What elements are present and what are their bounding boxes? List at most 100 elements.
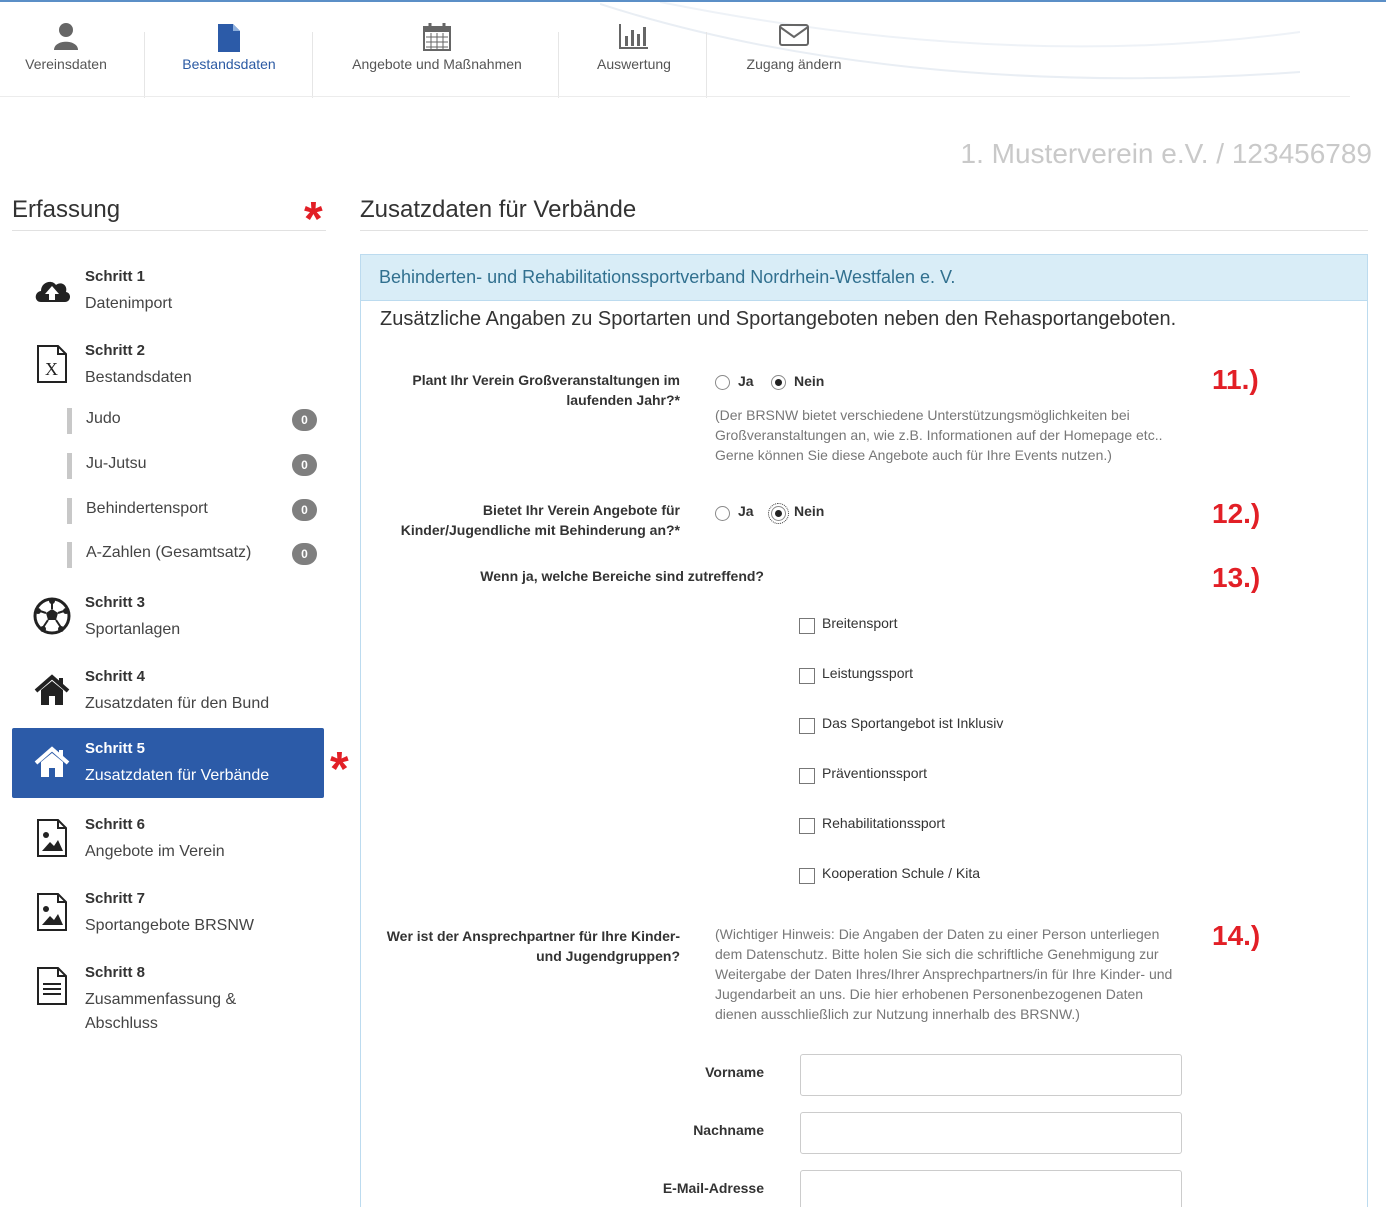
nav-angebote[interactable]: Angebote und Maßnahmen xyxy=(320,22,554,98)
svg-text:X: X xyxy=(45,359,58,379)
sidebar-step-3[interactable]: Schritt 3 Sportanlagen xyxy=(12,582,324,652)
step-subtitle: Bestandsdaten xyxy=(85,369,192,386)
checkbox-label: Kooperation Schule / Kita xyxy=(822,865,980,881)
header-decoration xyxy=(600,2,1300,80)
q14-label: Wer ist der Ansprechpartner für Ihre Kin… xyxy=(360,926,680,966)
q11-hint-line1: (Der BRSNW bietet verschiedene Unterstüt… xyxy=(715,407,1130,423)
q14-hint: (Wichtiger Hinweis: Die Angaben der Date… xyxy=(715,924,1172,1024)
q12-label-line1: Bietet Ihr Verein Angebote für xyxy=(482,502,680,518)
top-navigation: Vereinsdaten Bestandsdaten Angebote und … xyxy=(0,0,1386,98)
nav-zugang-aendern[interactable]: Zugang ändern xyxy=(720,22,868,98)
step-title: Schritt 4 xyxy=(85,668,146,685)
annotation-number-14: 14.) xyxy=(1212,920,1261,951)
q14-label-line1: Wer ist der Ansprechpartner für Ihre Kin… xyxy=(386,928,680,944)
step-title: Schritt 7 xyxy=(85,890,146,907)
q14-hint-line3: Weitergabe der Daten Ihres/Ihrer Ansprec… xyxy=(715,966,1173,982)
q14-hint-line1: (Wichtiger Hinweis: Die Angaben der Date… xyxy=(715,926,1160,942)
q12-label-nein: Nein xyxy=(794,503,825,519)
step-title: Schritt 1 xyxy=(85,268,146,285)
q11-label-line2: laufenden Jahr?* xyxy=(566,392,680,408)
q12-label-line2: Kinder/Jugendliche mit Behinderung an?* xyxy=(400,522,680,538)
q12-label: Bietet Ihr Verein Angebote für Kinder/Ju… xyxy=(360,500,680,540)
envelope-icon xyxy=(720,22,868,56)
annotation-star: * xyxy=(304,193,323,246)
subitem-label: Ju-Jutsu xyxy=(86,455,147,472)
sidebar-subitem-behindertensport[interactable]: Behindertensport 0 xyxy=(67,498,317,524)
sidebar-subitem-judo[interactable]: Judo 0 xyxy=(67,408,317,434)
q12-label-ja: Ja xyxy=(738,503,754,519)
sidebar-divider xyxy=(12,230,326,231)
email-input[interactable] xyxy=(800,1170,1182,1207)
sidebar-title: Erfassung xyxy=(12,196,121,223)
nav-divider xyxy=(0,96,1350,97)
checkbox-label: Präventionssport xyxy=(822,765,928,781)
nav-label: Bestandsdaten xyxy=(182,56,276,72)
nav-auswertung[interactable]: Auswertung xyxy=(566,22,702,98)
sidebar-step-5[interactable]: Schritt 5 Zusatzdaten für Verbände xyxy=(12,728,324,798)
cloud-upload-icon xyxy=(32,270,72,310)
sidebar-step-8[interactable]: Schritt 8 Zusammenfassung & Abschluss xyxy=(12,952,324,1042)
sidebar-step-1[interactable]: Schritt 1 Datenimport xyxy=(12,256,324,326)
text-file-icon xyxy=(32,966,72,1006)
panel-heading-text: Behinderten- und Rehabilitationssportver… xyxy=(379,267,956,287)
email-label: E-Mail-Adresse xyxy=(662,1180,764,1196)
sidebar-step-6[interactable]: Schritt 6 Angebote im Verein xyxy=(12,804,324,874)
user-icon xyxy=(10,22,122,56)
step-subtitle: Zusatzdaten für Verbände xyxy=(85,767,270,784)
nav-label: Zugang ändern xyxy=(746,56,842,72)
sidebar-subitem-ju-jutsu[interactable]: Ju-Jutsu 0 xyxy=(67,453,317,479)
q12-radio-nein[interactable] xyxy=(768,503,789,524)
q11-radio-nein[interactable] xyxy=(771,375,786,390)
q12-radio-ja[interactable] xyxy=(715,506,730,521)
subitem-label: Behindertensport xyxy=(86,500,208,517)
sidebar-step-2[interactable]: X Schritt 2 Bestandsdaten xyxy=(12,330,324,400)
q11-label-nein: Nein xyxy=(794,373,825,389)
nav-label: Vereinsdaten xyxy=(25,56,107,72)
count-badge: 0 xyxy=(292,499,317,521)
nav-separator xyxy=(144,32,145,98)
vorname-input[interactable] xyxy=(800,1054,1182,1096)
checkbox-label: Leistungssport xyxy=(822,665,914,681)
q14-hint-line4: Jugendarbeit an uns. Die hier erhobenen … xyxy=(715,986,1144,1002)
nachname-input[interactable] xyxy=(800,1112,1182,1154)
nav-separator xyxy=(558,32,559,98)
annotation-number-11: 11.) xyxy=(1212,364,1259,395)
bar-chart-icon xyxy=(566,22,702,56)
step-title: Schritt 2 xyxy=(85,342,146,359)
step-subtitle: Sportanlagen xyxy=(85,621,181,638)
image-file-icon xyxy=(32,892,72,932)
checkbox-breitensport[interactable] xyxy=(799,618,815,634)
calendar-icon xyxy=(320,22,554,56)
step-subtitle: Datenimport xyxy=(85,295,173,312)
page-title: Zusatzdaten für Verbände xyxy=(360,196,637,223)
step-subtitle: Angebote im Verein xyxy=(85,843,225,860)
image-file-icon xyxy=(32,818,72,858)
q11-hint-line3: Gerne können Sie diese Angebote auch für… xyxy=(715,447,1112,463)
count-badge: 0 xyxy=(292,543,317,565)
checkbox-leistungssport[interactable] xyxy=(799,668,815,684)
step-title: Schritt 3 xyxy=(85,594,146,611)
checkbox-rehabilitationssport[interactable] xyxy=(799,818,815,834)
nav-vereinsdaten[interactable]: Vereinsdaten xyxy=(10,22,122,98)
checkbox-inklusiv[interactable] xyxy=(799,718,815,734)
nachname-label: Nachname xyxy=(693,1122,764,1138)
q11-radio-ja[interactable] xyxy=(715,375,730,390)
checkbox-label: Breitensport xyxy=(822,615,898,631)
checkbox-praeventionssport[interactable] xyxy=(799,768,815,784)
step-subtitle: Zusatzdaten für den Bund xyxy=(85,695,270,712)
checkbox-kooperation[interactable] xyxy=(799,868,815,884)
step-subtitle: Zusammenfassung & xyxy=(85,991,237,1008)
sidebar-step-4[interactable]: Schritt 4 Zusatzdaten für den Bund xyxy=(12,656,324,726)
soccer-ball-icon xyxy=(32,596,72,636)
checkbox-label: Rehabilitationssport xyxy=(822,815,945,831)
annotation-number-12: 12.) xyxy=(1212,498,1261,529)
sidebar-subitem-a-zahlen[interactable]: A-Zahlen (Gesamtsatz) 0 xyxy=(67,542,317,568)
checkbox-label: Das Sportangebot ist Inklusiv xyxy=(822,715,1004,731)
sidebar-step-7[interactable]: Schritt 7 Sportangebote BRSNW xyxy=(12,878,324,948)
nav-separator xyxy=(706,32,707,98)
nav-label: Angebote und Maßnahmen xyxy=(352,56,522,72)
q13-label: Wenn ja, welche Bereiche sind zutreffend… xyxy=(480,568,764,584)
annotation-number-13: 13.) xyxy=(1212,562,1261,593)
nav-bestandsdaten[interactable]: Bestandsdaten xyxy=(150,22,308,98)
annotation-star: * xyxy=(330,743,349,796)
